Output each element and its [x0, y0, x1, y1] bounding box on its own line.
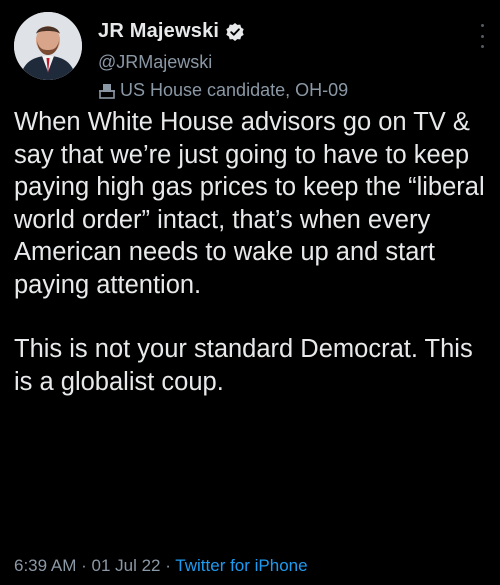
ballot-box-icon: [98, 82, 116, 100]
tweet-date[interactable]: 01 Jul 22: [91, 556, 160, 575]
tweet-screenshot: JR Majewski @JRMajewski US House candida…: [0, 0, 500, 585]
tweet-meta: 6:39 AM · 01 Jul 22 · Twitter for iPhone: [14, 556, 308, 576]
name-row: JR Majewski: [98, 20, 245, 43]
tweet-paragraph-1: When White House advisors go on TV & say…: [14, 108, 485, 299]
avatar[interactable]: [14, 12, 82, 80]
tweet-time[interactable]: 6:39 AM: [14, 556, 76, 575]
avatar-image: [14, 12, 82, 80]
display-name[interactable]: JR Majewski: [98, 20, 219, 43]
handle[interactable]: @JRMajewski: [98, 52, 212, 73]
tweet-text: When White House advisors go on TV & say…: [14, 106, 492, 398]
more-options-icon[interactable]: [478, 24, 486, 48]
meta-separator: ·: [76, 556, 92, 575]
account-label: US House candidate, OH-09: [98, 80, 348, 101]
tweet-source[interactable]: Twitter for iPhone: [175, 556, 307, 575]
tweet-header: JR Majewski @JRMajewski US House candida…: [14, 8, 486, 108]
meta-separator: ·: [160, 556, 176, 575]
tweet-paragraph-2: This is not your standard Democrat. This…: [14, 335, 473, 396]
account-label-text: US House candidate, OH-09: [120, 80, 349, 100]
verified-badge-icon: [225, 22, 245, 42]
